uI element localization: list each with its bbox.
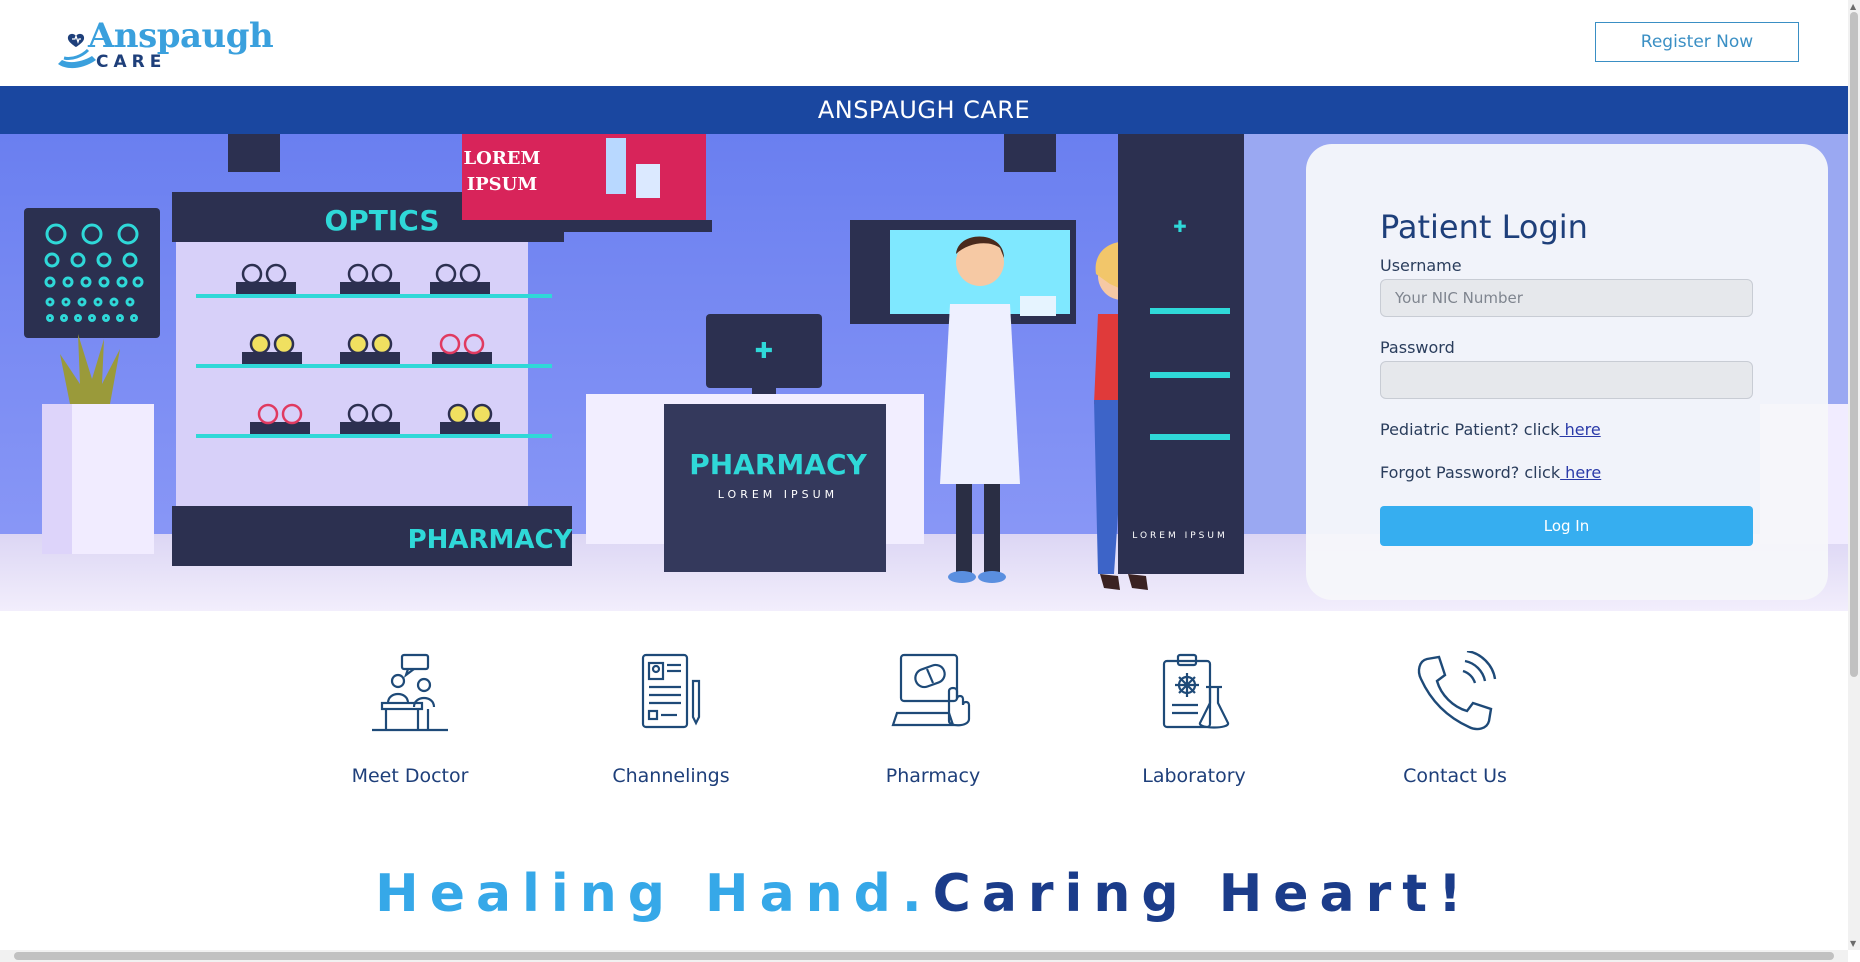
svg-text:✚: ✚ xyxy=(755,339,773,364)
logo-wordmark: Anspaugh xyxy=(88,16,274,56)
tagline: Healing Hand.Caring Heart! xyxy=(0,864,1848,924)
channelings-icon xyxy=(641,653,701,729)
horizontal-scroll-thumb[interactable] xyxy=(14,952,1834,960)
top-header: Anspaugh CARE Register Now xyxy=(0,0,1848,86)
svg-text:✚: ✚ xyxy=(1173,217,1186,236)
service-label: Pharmacy xyxy=(885,765,981,787)
counter-subtext: LOREM IPSUM xyxy=(718,488,838,501)
register-now-button[interactable]: Register Now xyxy=(1595,22,1799,62)
tagline-part-1: Healing Hand. xyxy=(375,864,933,924)
contact-phone-icon xyxy=(1417,651,1497,731)
pediatric-here-link[interactable]: here xyxy=(1560,420,1601,439)
site-title: ANSPAUGH CARE xyxy=(817,96,1031,124)
services-row: Meet Doctor Channelings Pharmacy Laborat… xyxy=(0,611,1848,811)
logo-subtitle: CARE xyxy=(96,52,167,72)
service-laboratory[interactable]: Laboratory xyxy=(1094,651,1294,811)
password-input[interactable] xyxy=(1380,361,1753,399)
pediatric-text: Pediatric Patient? click xyxy=(1380,420,1560,439)
patient-login-card: Patient Login Username Password Pediatri… xyxy=(1306,144,1828,600)
login-button[interactable]: Log In xyxy=(1380,506,1753,546)
password-label: Password xyxy=(1380,338,1455,357)
counter-sign: PHARMACY xyxy=(689,448,867,481)
scroll-up-arrow-icon[interactable]: ▲ xyxy=(1850,2,1856,11)
brand-logo[interactable]: Anspaugh CARE xyxy=(56,16,274,74)
pediatric-patient-line: Pediatric Patient? click here xyxy=(1380,420,1601,439)
scroll-down-arrow-icon[interactable]: ▼ xyxy=(1850,939,1856,948)
forgot-text: Forgot Password? click xyxy=(1380,463,1561,482)
tower-text: LOREM IPSUM xyxy=(1132,531,1228,541)
service-pharmacy[interactable]: Pharmacy xyxy=(833,651,1033,811)
poster-text-1: LOREM xyxy=(464,148,541,169)
login-title: Patient Login xyxy=(1380,208,1588,246)
service-meet-doctor[interactable]: Meet Doctor xyxy=(310,651,510,811)
pharmacy-wall-sign: PHARMACY xyxy=(408,525,574,555)
meet-doctor-icon xyxy=(372,653,448,732)
tagline-part-2: Caring Heart! xyxy=(932,864,1473,924)
optics-sign: OPTICS xyxy=(324,204,439,237)
service-channelings[interactable]: Channelings xyxy=(571,651,771,811)
pharmacy-icon xyxy=(891,653,971,727)
service-label: Contact Us xyxy=(1403,765,1507,787)
username-input[interactable] xyxy=(1380,279,1753,317)
forgot-password-line: Forgot Password? click here xyxy=(1380,463,1601,482)
title-banner: ANSPAUGH CARE xyxy=(0,86,1848,134)
service-label: Laboratory xyxy=(1142,765,1246,787)
forgot-here-link[interactable]: here xyxy=(1560,463,1601,482)
username-label: Username xyxy=(1380,256,1462,275)
laboratory-icon xyxy=(1162,653,1230,729)
service-label: Channelings xyxy=(612,765,730,787)
service-label: Meet Doctor xyxy=(351,765,469,787)
service-contact-us[interactable]: Contact Us xyxy=(1355,651,1555,811)
poster-text-2: IPSUM xyxy=(467,174,538,195)
vertical-scroll-thumb[interactable] xyxy=(1850,12,1858,677)
